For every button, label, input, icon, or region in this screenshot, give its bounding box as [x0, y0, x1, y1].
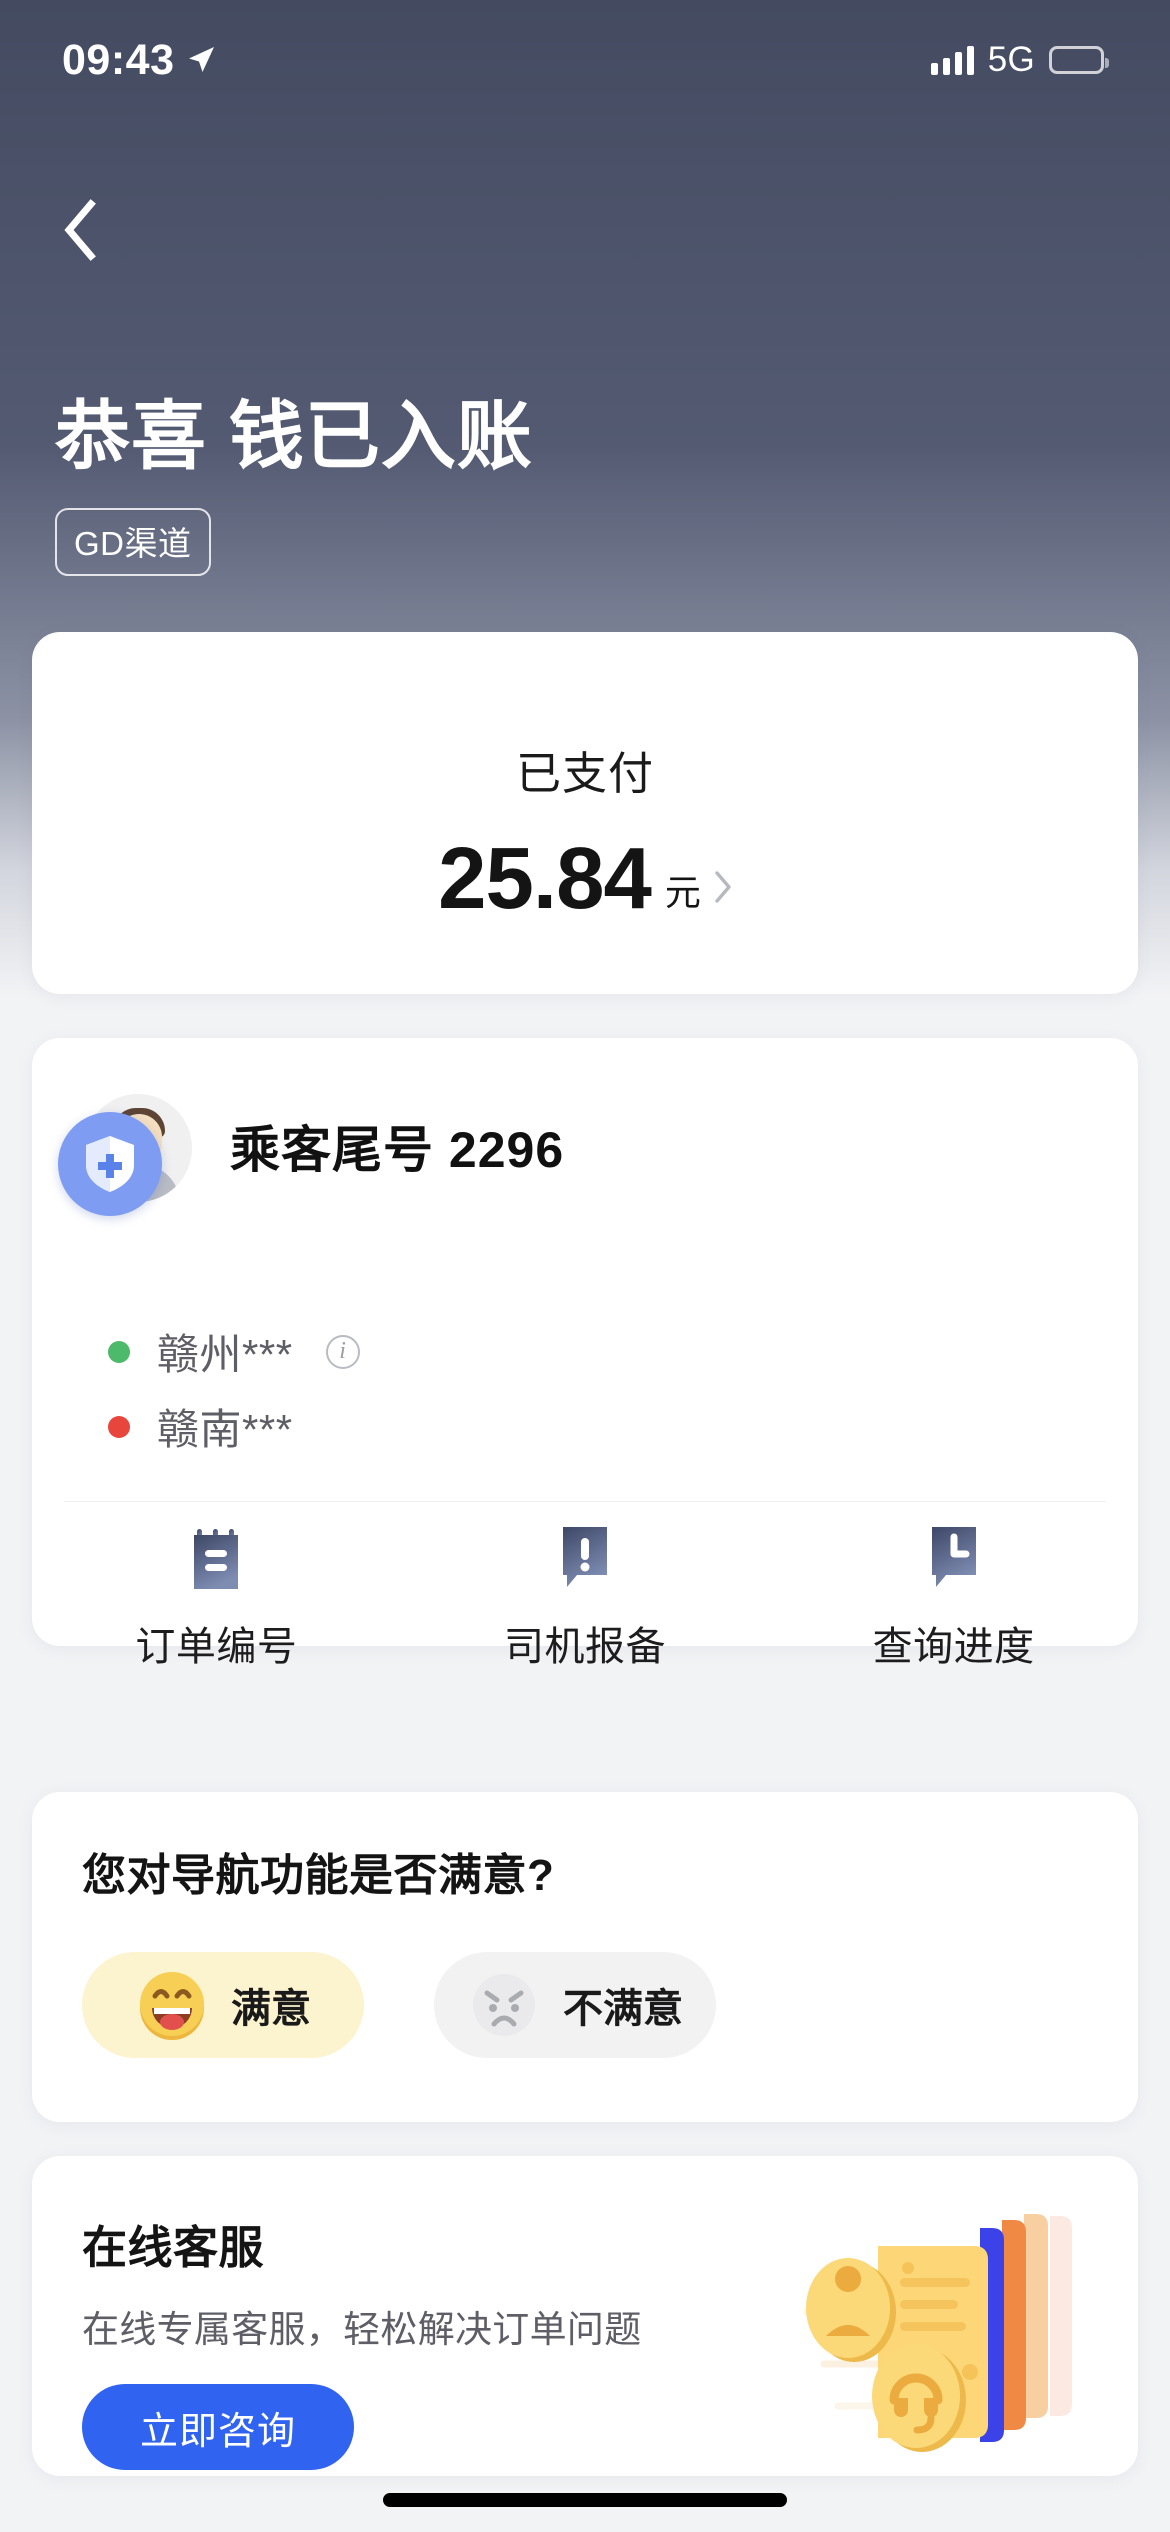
passenger-name: 乘客尾号 2296 [230, 1122, 565, 1178]
survey-options: 满意 不满意 [82, 1952, 716, 2058]
info-icon[interactable]: i [325, 1334, 360, 1369]
payment-card[interactable]: 已支付 25.84 元 [32, 632, 1138, 994]
shield-plus-icon [58, 1112, 162, 1216]
amount-unit: 元 [664, 872, 701, 913]
status-bar: 09:43 5G [0, 0, 1170, 120]
navbar [0, 175, 1170, 285]
clock-bubble-icon [924, 1523, 984, 1589]
paid-label: 已支付 [515, 748, 654, 799]
survey-option-satisfied[interactable]: 满意 [82, 1952, 364, 2058]
destination-dot-icon [108, 1415, 130, 1438]
status-bar-right: 5G [930, 40, 1109, 80]
network-label: 5G [987, 40, 1035, 79]
destination-text: 赣南*** [157, 1406, 293, 1453]
origin-dot-icon [108, 1340, 130, 1363]
origin-row: 赣州*** i [108, 1321, 360, 1382]
action-driver-report[interactable]: 司机报备 [401, 1523, 770, 1672]
channel-badge: GD渠道 [55, 507, 211, 576]
consult-now-button[interactable]: 立即咨询 [82, 2384, 354, 2470]
destination-row: 赣南*** [108, 1396, 293, 1457]
action-label: 查询进度 [872, 1625, 1035, 1669]
alert-bubble-icon [555, 1523, 615, 1589]
survey-option-dissatisfied[interactable]: 不满意 [434, 1952, 716, 2058]
action-label: 订单编号 [135, 1625, 298, 1669]
location-arrow-icon [186, 45, 216, 75]
action-check-progress[interactable]: 查询进度 [769, 1523, 1138, 1672]
home-indicator [383, 2493, 787, 2507]
angry-face-icon [467, 1968, 541, 2042]
back-chevron-icon [64, 199, 96, 261]
battery-icon [1049, 46, 1109, 74]
card-divider [64, 1501, 1106, 1502]
amount-row[interactable]: 25.84 元 [32, 829, 1138, 929]
action-label: 司机报备 [504, 1625, 666, 1669]
survey-card: 您对导航功能是否满意? 满意 不满意 [32, 1792, 1138, 2122]
page-title: 恭喜 钱已入账 [55, 394, 533, 478]
header-title-block: 恭喜 钱已入账 GD渠道 [55, 395, 1115, 576]
survey-question: 您对导航功能是否满意? [82, 1851, 555, 1900]
signal-bars-icon [930, 45, 974, 75]
origin-text: 赣州*** [157, 1331, 293, 1378]
order-note-icon [186, 1523, 246, 1589]
back-button[interactable] [42, 193, 116, 267]
chevron-right-icon[interactable] [715, 871, 732, 903]
amount-value: 25.84 [438, 830, 652, 927]
service-title: 在线客服 [82, 2222, 265, 2273]
avatar [58, 1090, 192, 1224]
survey-option-label: 不满意 [563, 1987, 683, 2031]
actions-row: 订单编号 司机报备 查询进度 [32, 1523, 1138, 1672]
action-order-number[interactable]: 订单编号 [32, 1523, 401, 1672]
service-subtitle: 在线专属客服，轻松解决订单问题 [82, 2309, 642, 2350]
status-bar-left: 09:43 [62, 36, 216, 85]
passenger-card: 乘客尾号 2296 赣州*** i 赣南*** 订单编号 司机报备 查询进度 [32, 1038, 1138, 1669]
app-screen: 09:43 5G 恭喜 钱已入账 GD渠道 已支付 25.84 元 乘客尾号 2… [0, 0, 1170, 2532]
status-time: 09:43 [62, 35, 175, 84]
customer-service-card: 在线客服 在线专属客服，轻松解决订单问题 立即咨询 [32, 2156, 1138, 2476]
customer-service-cards-illustration [804, 2194, 1134, 2476]
happy-face-icon [135, 1968, 209, 2042]
survey-option-label: 满意 [231, 1987, 311, 2031]
